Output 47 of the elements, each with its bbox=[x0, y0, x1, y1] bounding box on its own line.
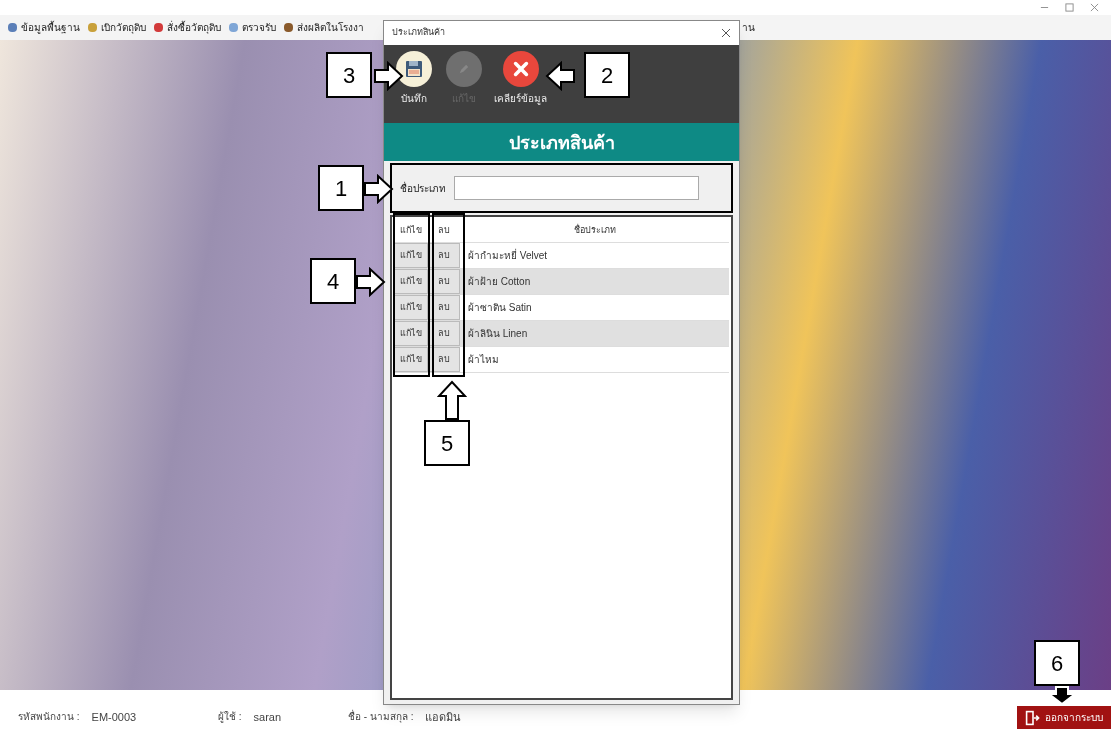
edit-button[interactable]: แก้ไข bbox=[394, 269, 428, 294]
table-cell-text: ผ้าลินิน Linen bbox=[467, 327, 529, 341]
callout-number: 2 bbox=[584, 52, 630, 98]
status-value: EM-0003 bbox=[91, 709, 137, 725]
column-header: ลบ bbox=[437, 223, 451, 237]
callout-number: 3 bbox=[326, 52, 372, 98]
column-header: แก้ไข bbox=[399, 223, 423, 237]
dialog-title: ประเภทสินค้า bbox=[392, 26, 445, 40]
close-icon bbox=[502, 51, 539, 87]
table-cell-text: ผ้าซาติน Satin bbox=[467, 301, 533, 315]
edit-button[interactable]: แก้ไข bbox=[394, 347, 428, 372]
callout-number: 4 bbox=[310, 258, 356, 304]
close-icon[interactable] bbox=[721, 28, 731, 38]
type-name-input-field[interactable] bbox=[454, 176, 699, 200]
column-header: ชื่อประเภท bbox=[572, 223, 617, 237]
table-cell-text: ผ้าไหม bbox=[467, 353, 500, 367]
status-label: รหัสพนักงาน : bbox=[18, 710, 80, 725]
maximize-icon[interactable] bbox=[1065, 3, 1074, 12]
field-label: ชื่อประเภท bbox=[400, 180, 446, 196]
callout-arrow-icon bbox=[437, 380, 467, 420]
callout-number: 5 bbox=[424, 420, 470, 466]
table-cell-text: ผ้ากำมะหยี่ Velvet bbox=[467, 247, 549, 263]
status-label: ผู้ใช้ : bbox=[218, 710, 242, 725]
callout-number: 6 bbox=[1034, 640, 1080, 686]
exit-door-icon bbox=[1025, 708, 1041, 727]
callout-number: 1 bbox=[318, 165, 364, 211]
callout-arrow-icon bbox=[374, 61, 404, 91]
edit-button[interactable]: แก้ไข bbox=[394, 243, 428, 268]
callout-arrow-icon bbox=[356, 267, 386, 297]
status-value: saran bbox=[253, 709, 282, 725]
toolbar-button[interactable]: บันทึก bbox=[394, 51, 434, 106]
menu-item[interactable]: าน bbox=[742, 20, 755, 35]
toolbar-button[interactable]: เคลียร์ข้อมูล bbox=[494, 51, 547, 106]
edit-button[interactable]: แก้ไข bbox=[394, 321, 428, 346]
menu-item[interactable]: ส่งผลิตในโรงงา bbox=[284, 20, 364, 35]
pencil-icon bbox=[446, 51, 482, 87]
menu-item[interactable]: ตรวจรับ bbox=[229, 20, 276, 35]
table-cell-text: ผ้าฝ้าย Cotton bbox=[467, 275, 532, 289]
logout-button[interactable]: ออกจากระบบ bbox=[1017, 706, 1111, 729]
menu-item[interactable]: ข้อมูลพื้นฐาน bbox=[8, 20, 80, 35]
callout-arrow-icon bbox=[545, 61, 575, 91]
edit-button[interactable]: แก้ไข bbox=[394, 295, 428, 320]
status-value: แอดมิน bbox=[425, 709, 462, 725]
menu-item[interactable]: เบิกวัตถุดิบ bbox=[88, 20, 146, 35]
status-label: ชื่อ - นามสกุล : bbox=[348, 709, 414, 725]
section-header: ประเภทสินค้า bbox=[384, 123, 739, 161]
menu-item[interactable]: สั่งซื้อวัตถุดิบ bbox=[154, 20, 221, 35]
